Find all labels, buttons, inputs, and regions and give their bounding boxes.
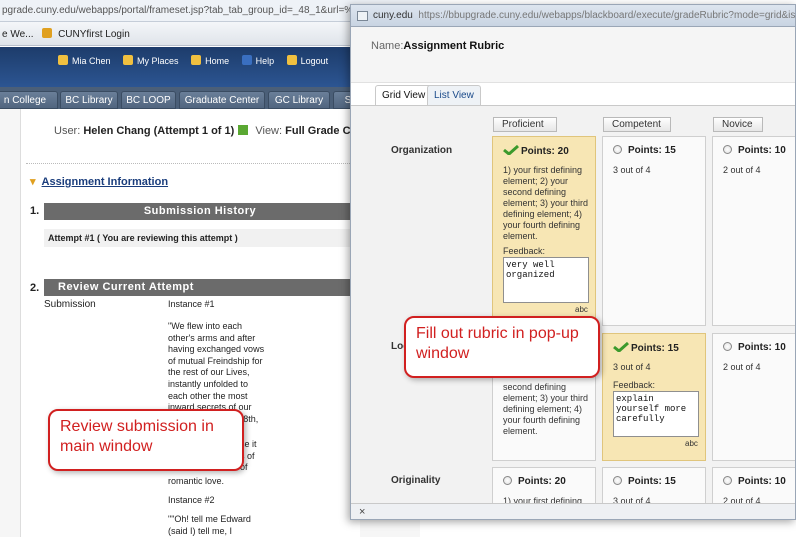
- cell-points: Points: 10: [723, 342, 786, 353]
- tab-grid-view[interactable]: Grid View: [375, 85, 433, 105]
- instance-2-label: Instance #2: [168, 495, 215, 505]
- user-icon: [58, 55, 68, 65]
- radio-button[interactable]: [723, 145, 732, 154]
- section2-number: 2.: [30, 282, 40, 294]
- student-name: Helen Chang (Attempt 1 of 1): [83, 125, 235, 137]
- cell-points: Points: 10: [723, 476, 786, 487]
- radio-button[interactable]: [503, 476, 512, 485]
- logout-link[interactable]: Logout: [286, 55, 328, 66]
- status-icon: [238, 125, 249, 135]
- cell-points: Points: 15: [613, 342, 679, 354]
- favorite-item[interactable]: e We...: [2, 29, 34, 40]
- instance-1-label: Instance #1: [168, 299, 215, 309]
- submission-text-fragment: se it s of of: [240, 439, 257, 473]
- tab-college[interactable]: n College: [0, 91, 58, 109]
- my-places-link[interactable]: My Places: [123, 55, 179, 66]
- help-icon: [241, 55, 252, 65]
- section1-number: 1.: [30, 205, 40, 217]
- page-icon: [357, 11, 368, 21]
- submission-text-end: romantic love.: [168, 476, 225, 486]
- places-icon: [123, 55, 134, 65]
- cell-points: Points: 20: [503, 145, 569, 157]
- cell-points: Points: 10: [723, 145, 786, 156]
- divider: [26, 163, 356, 164]
- radio-button[interactable]: [613, 476, 622, 485]
- checkmark-icon: [613, 342, 629, 352]
- rubric-cell[interactable]: Points: 20 1) your first defining elemen…: [492, 136, 596, 326]
- user-line: User: Helen Chang (Attempt 1 of 1) View:…: [54, 125, 378, 137]
- attempt-row[interactable]: Attempt #1 ( You are reviewing this atte…: [44, 229, 356, 247]
- cell-points: Points: 15: [613, 476, 676, 487]
- section1-header: Submission History: [44, 203, 356, 220]
- rubric-cell[interactable]: Points: 15 3 out of 4: [602, 136, 706, 326]
- help-link[interactable]: Help: [241, 55, 274, 66]
- callout-rubric: Fill out rubric in pop-up window: [404, 316, 600, 378]
- column-competent: Competent: [603, 117, 671, 132]
- rubric-cell[interactable]: Points: 15 3 out of 4: [602, 467, 706, 507]
- popup-status-bar: ×: [351, 503, 795, 519]
- cell-description: 2 out of 4: [723, 165, 761, 175]
- tab-gc-library[interactable]: GC Library: [268, 91, 330, 109]
- user-link[interactable]: Mia Chen: [58, 55, 111, 66]
- cell-description: 1) your first defining element; 2) your …: [503, 165, 589, 241]
- popup-address-bar[interactable]: cuny.edu https://bbupgrade.cuny.edu/weba…: [351, 5, 795, 27]
- section2-header: Review Current Attempt: [44, 279, 356, 296]
- home-link[interactable]: Home: [191, 55, 229, 66]
- row-originality: Originality: [391, 475, 441, 486]
- rubric-popup-window: cuny.edu https://bbupgrade.cuny.edu/weba…: [350, 4, 796, 520]
- radio-button[interactable]: [613, 145, 622, 154]
- spellcheck-icon[interactable]: abc: [575, 305, 588, 314]
- logout-icon: [286, 55, 297, 65]
- checkmark-icon: [503, 145, 519, 155]
- rubric-name: Name:Assignment Rubric: [371, 40, 505, 52]
- cell-points: Points: 20: [503, 476, 566, 487]
- feedback-textarea[interactable]: very well organized: [503, 257, 589, 303]
- cell-description: 3 out of 4: [613, 362, 651, 372]
- column-proficient: Proficient: [493, 117, 557, 132]
- submission-text-2: ""Oh! tell me Edward (said I) tell me, I…: [168, 514, 251, 536]
- cell-description: 3 out of 4: [613, 165, 651, 175]
- favorite-item[interactable]: CUNYfirst Login: [58, 29, 130, 40]
- column-novice: Novice: [713, 117, 763, 132]
- feedback-label: Feedback:: [503, 246, 546, 256]
- radio-button[interactable]: [723, 476, 732, 485]
- cell-description: second defining element; 3) your third d…: [503, 382, 589, 436]
- home-icon: [191, 55, 202, 65]
- feedback-label: Feedback:: [613, 380, 656, 390]
- rubric-cell[interactable]: Points: 10 2 out of 4: [712, 136, 795, 326]
- tab-bc-loop[interactable]: BC LOOP: [121, 91, 176, 109]
- popup-header: [351, 27, 795, 83]
- cell-description: 2 out of 4: [723, 362, 761, 372]
- assignment-info-link[interactable]: ▾ Assignment Information: [30, 175, 168, 188]
- cell-points: Points: 15: [613, 145, 676, 156]
- radio-button[interactable]: [723, 342, 732, 351]
- callout-review: Review submission in main window: [48, 409, 244, 471]
- rubric-cell[interactable]: Points: 10 2 out of 4: [712, 333, 795, 461]
- feedback-textarea[interactable]: explain yourself more carefully: [613, 391, 699, 437]
- expand-arrow-icon: ▾: [30, 176, 36, 188]
- close-icon[interactable]: ×: [359, 506, 365, 518]
- row-organization: Organization: [391, 145, 453, 156]
- tab-bc-library[interactable]: BC Library: [60, 91, 118, 109]
- rubric-cell[interactable]: Points: 20 1) your first defining: [492, 467, 596, 507]
- tab-list-view[interactable]: List View: [427, 85, 481, 105]
- rubric-cell[interactable]: Points: 10 2 out of 4: [712, 467, 795, 507]
- favorite-star-icon: [42, 28, 53, 38]
- spellcheck-icon[interactable]: abc: [685, 439, 698, 448]
- tab-graduate-center[interactable]: Graduate Center: [179, 91, 265, 109]
- submission-label: Submission: [44, 299, 96, 310]
- rubric-cell[interactable]: Points: 15 3 out of 4 Feedback: explain …: [602, 333, 706, 461]
